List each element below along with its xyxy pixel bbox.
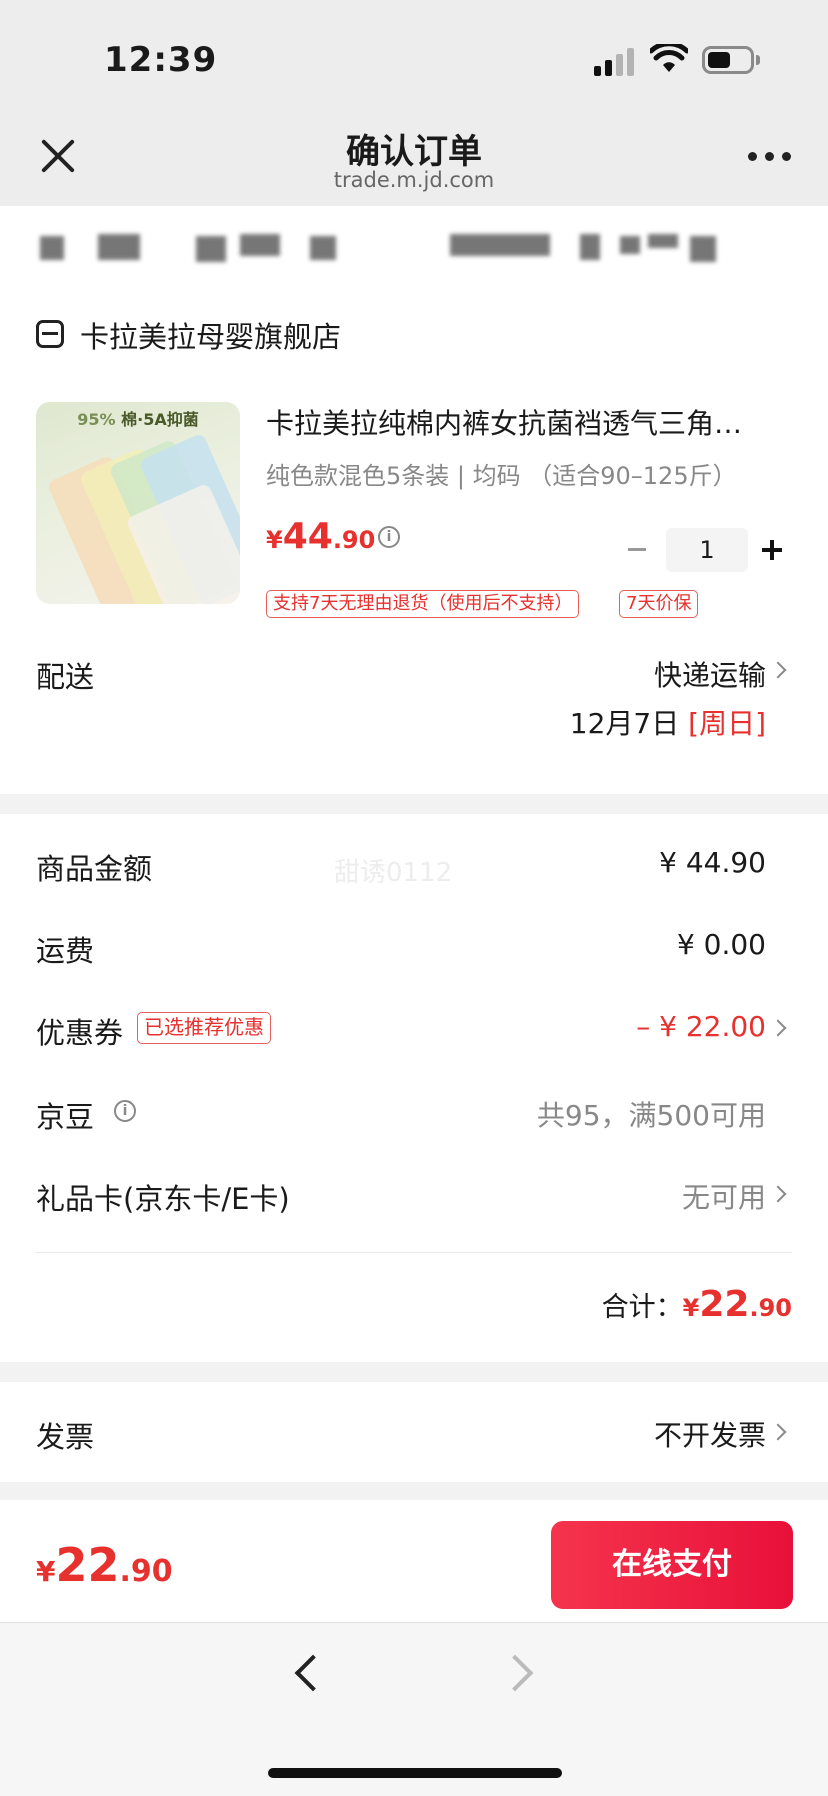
coupon-value[interactable]: – ¥ 22.00 bbox=[636, 1010, 766, 1043]
quantity-decrease-button[interactable] bbox=[628, 548, 646, 551]
summary-divider bbox=[36, 1252, 792, 1253]
giftcard-value[interactable]: 无可用 bbox=[682, 1176, 766, 1216]
shipping-value: ¥ 0.00 bbox=[676, 928, 766, 961]
address-strip-blurred[interactable] bbox=[0, 206, 828, 282]
invoice-value[interactable]: 不开发票 bbox=[654, 1414, 766, 1454]
shop-name[interactable]: 卡拉美拉母婴旗舰店 bbox=[80, 314, 341, 356]
product-spec[interactable]: 纯色款混色5条装 | 均码 （适合90–125斤） bbox=[266, 456, 737, 491]
page-title: 确认订单 bbox=[346, 132, 482, 172]
jingdou-info-icon[interactable]: i bbox=[114, 1100, 136, 1122]
pay-online-button[interactable]: 在线支付 bbox=[551, 1521, 793, 1609]
pay-currency: ¥ bbox=[36, 1555, 56, 1588]
jingdou-label: 京豆 bbox=[36, 1100, 95, 1134]
order-total: 合计：¥22.90 bbox=[602, 1284, 792, 1325]
total-decimal: .90 bbox=[749, 1294, 792, 1322]
total-label: 合计： bbox=[601, 1292, 683, 1323]
product-price: ¥44.90 bbox=[266, 516, 375, 557]
shop-icon bbox=[36, 320, 64, 348]
price-protection-tag: 7天价保 bbox=[619, 590, 699, 618]
price-summary-card bbox=[0, 814, 828, 1362]
more-options-icon[interactable] bbox=[748, 152, 792, 164]
wifi-icon bbox=[650, 44, 688, 72]
goods-amount-label: 商品金额 bbox=[36, 852, 153, 886]
price-info-icon[interactable]: i bbox=[378, 526, 400, 548]
pay-integer: 22 bbox=[55, 1538, 120, 1592]
battery-icon bbox=[702, 46, 754, 74]
pay-total: ¥22.90 bbox=[36, 1538, 173, 1592]
total-integer: 22 bbox=[699, 1284, 750, 1325]
quantity-input[interactable]: 1 bbox=[666, 528, 748, 572]
quantity-increase-button[interactable] bbox=[762, 540, 782, 560]
battery-tip bbox=[756, 55, 760, 65]
goods-amount-value: ¥ 44.90 bbox=[659, 846, 766, 879]
return-policy-tag: 支持7天无理由退货（使用后不支持） bbox=[266, 590, 580, 618]
image-tagline-text: 棉·5A抑菌 bbox=[121, 410, 199, 429]
giftcard-label: 礼品卡(京东卡/E卡) bbox=[36, 1182, 290, 1216]
shipping-label: 运费 bbox=[36, 934, 95, 968]
delivery-weekday: [周日] bbox=[688, 707, 766, 740]
watermark: 甜诱0112 bbox=[334, 858, 453, 888]
delivery-date-text: 12月7日 bbox=[569, 707, 680, 740]
jingdou-value: 共95，满500可用 bbox=[536, 1099, 766, 1132]
status-time: 12:39 bbox=[104, 40, 218, 80]
total-currency: ¥ bbox=[682, 1294, 700, 1322]
price-currency: ¥ bbox=[266, 526, 283, 554]
product-image-tagline: 95% 棉·5A抑菌 bbox=[36, 406, 240, 430]
delivery-method[interactable]: 快递运输 bbox=[654, 654, 766, 694]
pay-decimal: .90 bbox=[119, 1554, 173, 1589]
coupon-label: 优惠券 bbox=[36, 1016, 124, 1050]
image-tagline-percent: 95% bbox=[77, 410, 116, 429]
cellular-signal-icon bbox=[594, 48, 636, 76]
page-url: trade.m.jd.com bbox=[333, 168, 495, 192]
product-image[interactable]: 95% 棉·5A抑菌 bbox=[36, 402, 240, 604]
delivery-label: 配送 bbox=[36, 660, 95, 694]
top-bar: 12:39 确认订单 trade.m.jd.com bbox=[0, 0, 828, 206]
price-integer: 44 bbox=[282, 516, 333, 557]
price-decimal: .90 bbox=[332, 526, 376, 554]
delivery-date: 12月7日 [周日] bbox=[570, 702, 766, 742]
product-title[interactable]: 卡拉美拉纯棉内裤女抗菌裆透气三角… bbox=[266, 402, 796, 442]
invoice-label: 发票 bbox=[36, 1420, 95, 1454]
home-indicator[interactable] bbox=[268, 1768, 562, 1778]
coupon-badge: 已选推荐优惠 bbox=[137, 1012, 271, 1044]
